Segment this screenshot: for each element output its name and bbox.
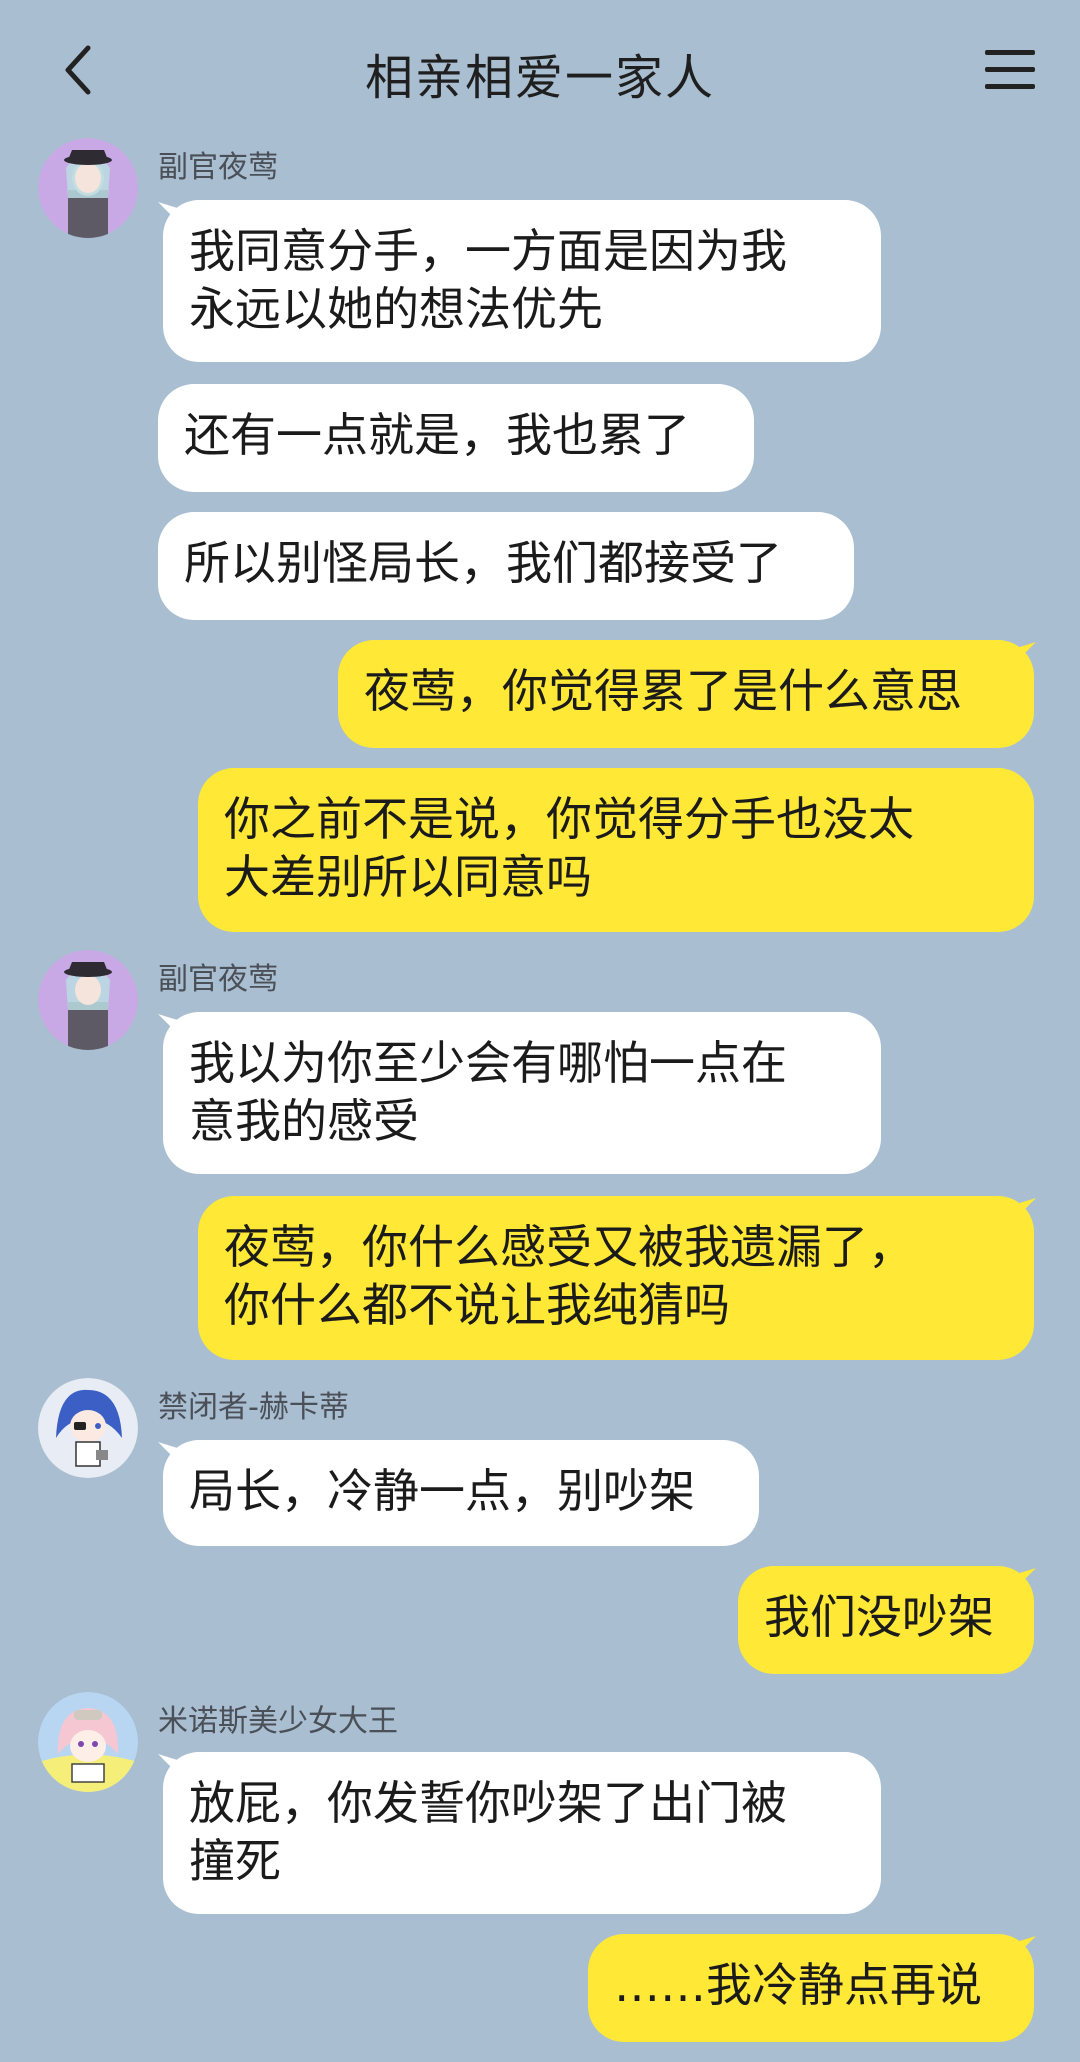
- message-bubble[interactable]: 所以别怪局长，我们都接受了: [158, 512, 854, 620]
- message-bubble[interactable]: 我们没吵架: [738, 1566, 1034, 1674]
- avatar-nightingale[interactable]: [38, 138, 138, 238]
- message-bubble[interactable]: 夜莺，你什么感受又被我遗漏了， 你什么都不说让我纯猜吗: [198, 1196, 1034, 1360]
- message-bubble[interactable]: 还有一点就是，我也累了: [158, 384, 754, 492]
- avatar-minos[interactable]: [38, 1692, 138, 1792]
- menu-icon: [985, 50, 1035, 89]
- message-bubble[interactable]: 我以为你至少会有哪怕一点在 意我的感受: [163, 1012, 881, 1174]
- avatar-hecate[interactable]: [38, 1378, 138, 1478]
- top-bar: 相亲相爱一家人: [0, 0, 1080, 140]
- message-bubble[interactable]: 我同意分手，一方面是因为我 永远以她的想法优先: [163, 200, 881, 362]
- message-bubble[interactable]: 放屁，你发誓你吵架了出门被 撞死: [163, 1752, 881, 1914]
- chat-title: 相亲相爱一家人: [364, 50, 715, 106]
- sender-name: 米诺斯美少女大王: [158, 1704, 398, 1739]
- menu-button[interactable]: [980, 40, 1040, 100]
- sender-name: 禁闭者-赫卡蒂: [158, 1390, 349, 1425]
- message-bubble[interactable]: 夜莺，你觉得累了是什么意思: [338, 640, 1034, 748]
- message-bubble[interactable]: 局长，冷静一点，别吵架: [163, 1440, 759, 1546]
- avatar-nightingale[interactable]: [38, 950, 138, 1050]
- sender-name: 副官夜莺: [158, 962, 278, 997]
- message-bubble[interactable]: ……我冷静点再说: [588, 1934, 1034, 2042]
- message-bubble[interactable]: 你之前不是说，你觉得分手也没太 大差别所以同意吗: [198, 768, 1034, 932]
- sender-name: 副官夜莺: [158, 150, 278, 185]
